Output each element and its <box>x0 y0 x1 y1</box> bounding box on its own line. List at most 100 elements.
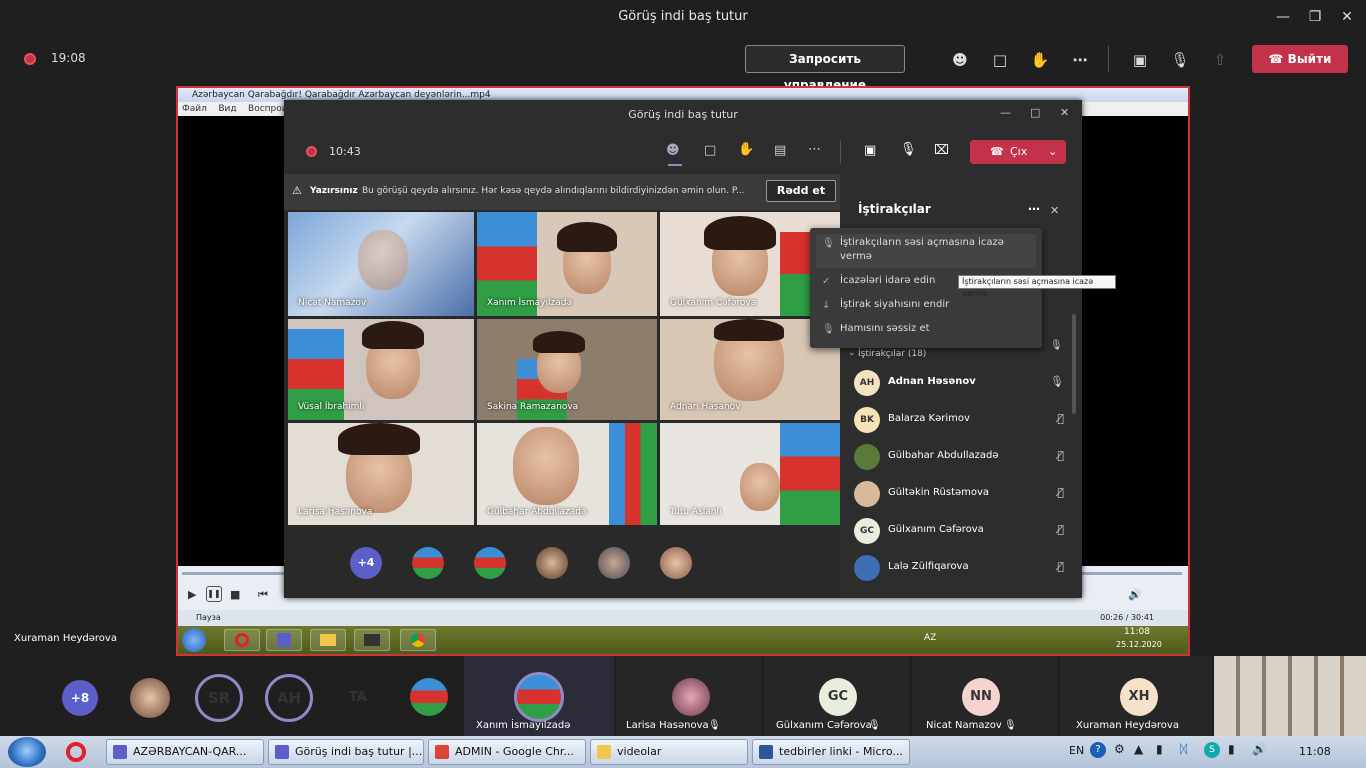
network-icon[interactable]: ▮ <box>1228 742 1235 756</box>
participant-bubble[interactable] <box>474 547 506 579</box>
video-tile-sakina[interactable]: Sakina Ramazanova <box>477 319 657 420</box>
inner-restore-icon[interactable]: □ <box>1030 106 1040 119</box>
strip-overflow-count[interactable]: +8 <box>62 680 98 716</box>
video-tile-larisa[interactable]: Larisa Hasənova <box>288 423 474 525</box>
mic-off-icon[interactable]: 🎙̸ <box>1057 523 1064 536</box>
strip-avatar-ah[interactable]: AH <box>265 674 313 722</box>
more-options-icon[interactable]: ⋯ <box>1068 48 1092 72</box>
inner-mic-icon[interactable]: 🎙 <box>900 142 917 157</box>
video-tile-gulbahar[interactable]: Gülbahar Abdullazadə <box>477 423 657 525</box>
gallery-thumbnail[interactable] <box>1214 656 1366 736</box>
participant-row[interactable]: BK Balarza Kərimov 🎙̸ <box>854 405 1064 435</box>
participant-row[interactable]: AH Adnan Həsənov 🎙 <box>854 368 1064 398</box>
taskbar-clock[interactable]: 11:08 <box>1299 745 1331 758</box>
strip-avatar-sr[interactable]: SR <box>195 674 243 722</box>
menu-view[interactable]: Вид <box>218 104 236 114</box>
menu-item-disallow-unmute[interactable]: İştirakçıların səsi açmasına icazə <box>840 237 1004 248</box>
inner-rooms-icon[interactable]: ▤ <box>774 143 786 158</box>
strip-avatar-ta[interactable]: TA <box>338 678 378 718</box>
panel-close-icon[interactable]: ✕ <box>1050 204 1059 217</box>
taskbar-item-chrome[interactable]: ADMIN - Google Chr... <box>428 739 586 765</box>
inner-close-icon[interactable]: ✕ <box>1060 106 1069 119</box>
recording-icon <box>24 53 36 65</box>
strip-tile-xuraman[interactable]: XH Xuraman Heydərova <box>1060 656 1212 736</box>
battery-icon[interactable]: ▮ <box>1156 742 1163 756</box>
request-control-button[interactable]: Запросить управление <box>745 45 905 92</box>
taskbar-item-teams-1[interactable]: AZƏRBAYCAN-QAR... <box>106 739 264 765</box>
help-icon[interactable]: ? <box>1090 742 1106 758</box>
participant-bubble[interactable] <box>660 547 692 579</box>
taskbar-item-word[interactable]: tedbirler linki - Micro... <box>752 739 910 765</box>
inner-minimize-icon[interactable]: — <box>1000 106 1011 119</box>
stop-icon[interactable]: ■ <box>230 588 240 601</box>
inner-more-icon[interactable]: ⋯ <box>808 142 821 157</box>
minimize-icon[interactable]: — <box>1272 6 1294 28</box>
panel-more-icon[interactable]: ⋯ <box>1028 202 1040 216</box>
overflow-count[interactable]: +4 <box>350 547 382 579</box>
settings-icon[interactable]: ⚙ <box>1114 742 1125 756</box>
strip-avatar-flag[interactable] <box>410 678 448 716</box>
restore-icon[interactable]: ❐ <box>1304 6 1326 28</box>
participant-name: Balarza Kərimov <box>888 413 970 424</box>
participant-bubble[interactable] <box>598 547 630 579</box>
volume-icon[interactable]: 🔊 <box>1252 742 1267 756</box>
strip-tile-gulxanim[interactable]: GC Gülxanım Cəfərova 🎙 <box>764 656 910 736</box>
skype-icon[interactable]: S <box>1204 742 1220 758</box>
pause-icon[interactable]: ❚❚ <box>206 586 222 602</box>
camera-off-icon[interactable]: ▣ <box>1128 48 1152 72</box>
share-tray-icon[interactable]: ⇧ <box>1208 48 1232 72</box>
video-tile-tutu[interactable]: Tutu Aslanlı <box>660 423 840 525</box>
mic-off-icon[interactable]: 🎙̸ <box>1057 486 1064 499</box>
menu-item-download-attendance[interactable]: İştirak siyahısını endir <box>840 299 949 310</box>
leave-button[interactable]: ☎ Выйти <box>1252 45 1348 73</box>
inner-participants-icon[interactable]: ☻ <box>666 143 680 158</box>
participants-icon[interactable]: ☻ <box>948 48 972 72</box>
section-chevron-icon[interactable]: ⌄ <box>848 348 856 358</box>
play-icon[interactable]: ▶ <box>188 588 196 601</box>
video-tile-xanim[interactable]: Xanım İsmayılzadə <box>477 212 657 316</box>
inner-camera-icon[interactable]: ▣ <box>864 143 876 158</box>
strip-tile-xanim[interactable]: Xanım İsmayılzadə <box>464 656 614 736</box>
volume-icon[interactable]: 🔊 <box>1128 588 1142 601</box>
menu-item-disallow-unmute-line2[interactable]: vermə <box>840 251 872 262</box>
participant-row[interactable]: Gülbahar Abdullazadə 🎙̸ <box>854 442 1064 472</box>
participant-row[interactable]: GC Gülxanım Cəfərova 🎙̸ <box>854 516 1064 546</box>
chat-icon[interactable]: □ <box>988 48 1012 72</box>
participant-bubble[interactable] <box>536 547 568 579</box>
close-icon[interactable]: ✕ <box>1336 6 1358 28</box>
taskbar-item-folder[interactable]: videolar <box>590 739 748 765</box>
video-tile-nicat[interactable]: Nicat Namazov <box>288 212 474 316</box>
mic-off-icon[interactable]: 🎙̸ <box>1057 412 1064 425</box>
tray-expand-icon[interactable]: ▲ <box>1134 742 1143 756</box>
start-button-icon[interactable] <box>8 737 46 767</box>
raise-hand-icon[interactable]: ✋ <box>1028 48 1052 72</box>
strip-tile-larisa[interactable]: Larisa Hasənova 🎙 <box>616 656 762 736</box>
mic-off-icon[interactable]: 🎙 <box>1168 48 1192 72</box>
strip-avatar-photo[interactable] <box>130 678 170 718</box>
strip-tile-nicat[interactable]: NN Nicat Namazov 🎙 <box>912 656 1058 736</box>
dismiss-button[interactable]: Rədd et <box>766 180 836 202</box>
menu-item-mute-all[interactable]: Hamısını səssiz et <box>840 323 930 334</box>
inner-chat-icon[interactable]: □ <box>704 143 716 158</box>
inner-leave-button[interactable]: ☎ Çıx ⌄ <box>970 140 1066 164</box>
prev-icon[interactable]: ⏮ <box>258 588 268 602</box>
mic-off-icon[interactable]: 🎙̸ <box>1057 449 1064 462</box>
participant-row[interactable]: Gültəkin Rüstəmova 🎙̸ <box>854 479 1064 509</box>
language-indicator[interactable]: EN <box>1069 744 1084 757</box>
strip-name: Gülxanım Cəfərova <box>776 720 872 731</box>
menu-file[interactable]: Файл <box>182 104 207 114</box>
inner-raise-hand-icon[interactable]: ✋ <box>738 142 754 157</box>
inner-leave-chevron-icon[interactable]: ⌄ <box>1048 140 1057 164</box>
opera-taskbar-icon[interactable] <box>66 742 86 762</box>
participant-row[interactable]: Lalə Zülfiqarova 🎙̸ <box>854 553 1064 583</box>
mic-off-icon[interactable]: 🎙̸ <box>1057 560 1064 573</box>
participant-bubble[interactable] <box>412 547 444 579</box>
mic-on-icon[interactable]: 🎙 <box>1050 375 1064 388</box>
video-tile-vusal[interactable]: Vüsal İbrahimli <box>288 319 474 420</box>
bluetooth-icon[interactable]: ᛞ <box>1180 742 1187 756</box>
inner-stop-share-icon[interactable]: ⌧ <box>934 143 949 158</box>
panel-scrollbar[interactable] <box>1072 314 1076 414</box>
menu-item-permissions[interactable]: İcazələri idarə edin <box>840 275 935 286</box>
panel-mic-icon[interactable]: 🎙 <box>1050 340 1063 351</box>
taskbar-item-teams-2[interactable]: Görüş indi baş tutur |... <box>268 739 424 765</box>
